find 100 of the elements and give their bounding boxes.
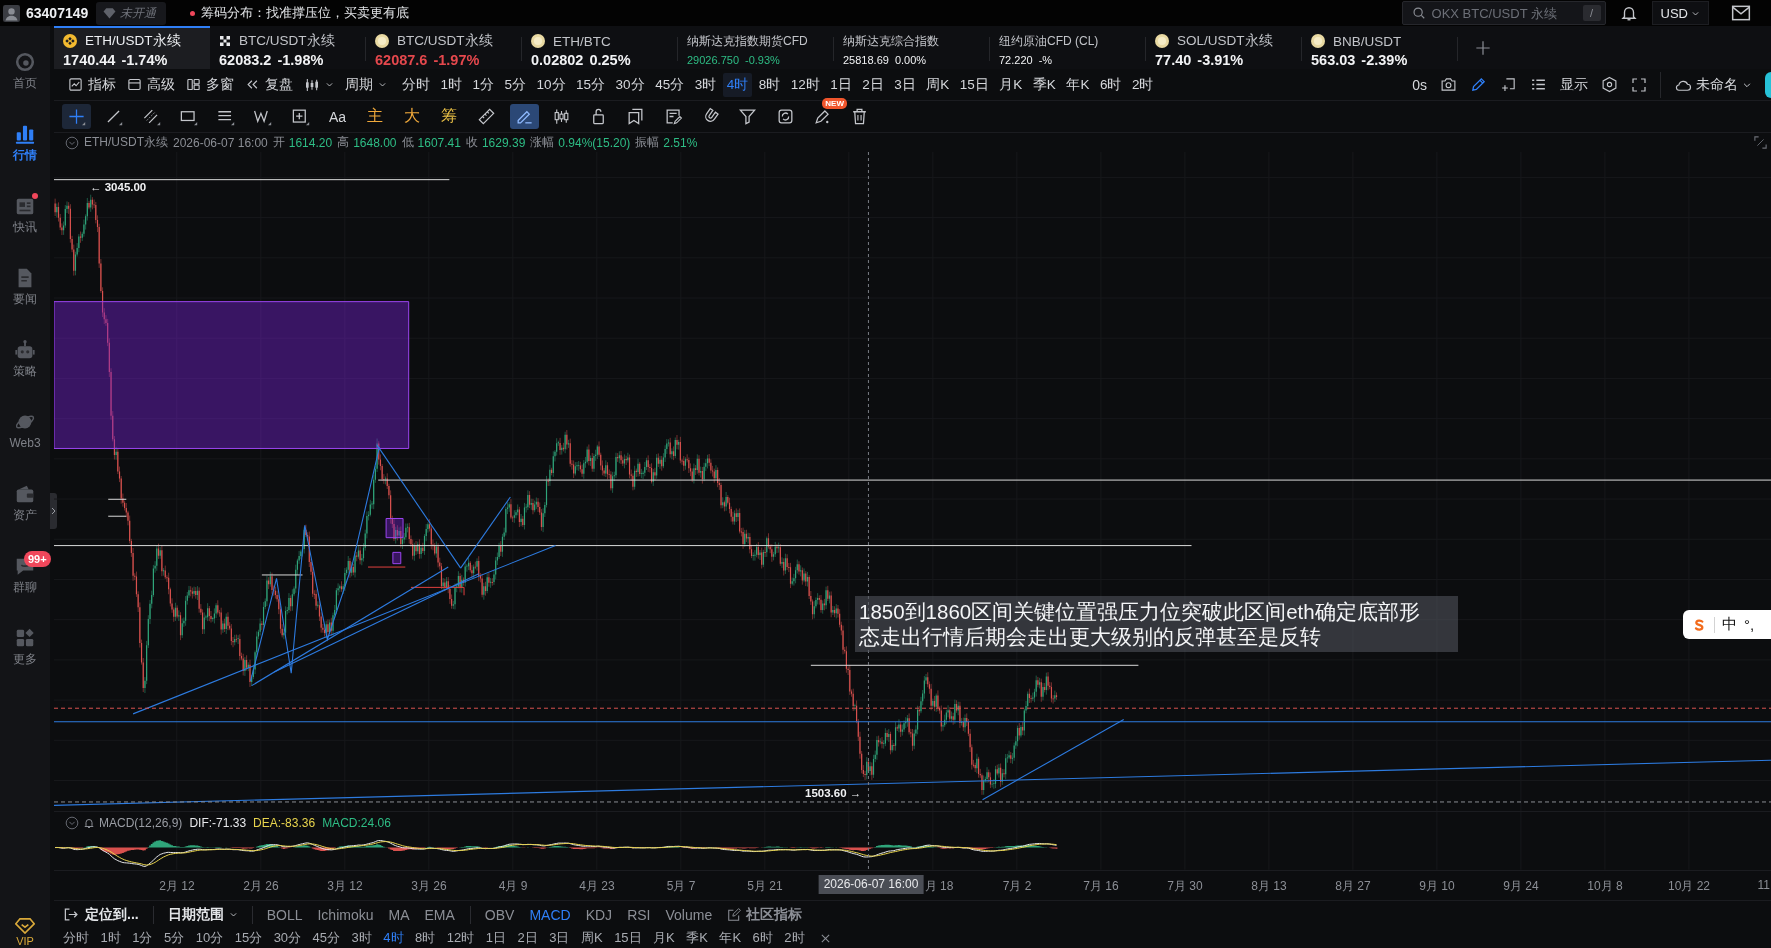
ticker-tab[interactable]: BTC/USDT永续 62087.6 -1.97% [366,26,522,69]
ticker-tab[interactable]: ETH/BTC 0.02802 0.25% [522,26,678,69]
period-tab[interactable]: 1时 [436,72,466,97]
period-tab[interactable]: 2日 [513,929,542,947]
period-tab[interactable]: 10分 [532,72,570,97]
crosshair-tool[interactable] [62,104,91,129]
period-tab[interactable]: 4时 [722,72,753,97]
period-tab[interactable]: 5分 [500,72,531,97]
period-tab[interactable]: 年K [1062,72,1094,97]
sidebar-item[interactable]: 首页 [0,51,50,123]
indicator-tab[interactable]: Volume [665,906,713,923]
period-tab[interactable]: 4时 [379,929,408,947]
ticker-tab[interactable]: 纳斯达克综合指数 25818.69 0.00% [834,26,990,69]
period-tab[interactable]: 2日 [858,72,888,97]
notice-text[interactable]: 筹码分布：找准撑压位，买卖更有底 [201,4,410,22]
sidebar-item[interactable]: 快讯 [0,195,50,267]
period-tab[interactable]: 3时 [690,72,721,97]
sidebar-item[interactable]: 更多 [0,627,50,699]
layout-menu-button[interactable]: 未命名 [1674,75,1752,94]
parallel-lines-icon[interactable] [141,107,161,126]
period-tab[interactable]: 8时 [411,929,440,947]
text-tool[interactable]: Aa [323,104,353,129]
indicator-tab[interactable]: BOLL [266,906,303,923]
display-button[interactable]: 显示 [1560,75,1588,94]
pen-tool[interactable] [509,104,539,129]
ruler-icon[interactable] [477,107,497,126]
period-tab[interactable]: 月K [649,929,679,947]
close-icon[interactable] [820,932,832,944]
period-tab[interactable]: 周K [922,72,954,97]
period-tab[interactable]: 年K [715,929,746,947]
period-tab[interactable]: 45分 [651,72,689,97]
period-tab[interactable]: 3时 [347,929,376,947]
vip-item[interactable]: VIP [15,917,35,947]
period-tab[interactable]: 1分 [128,929,157,947]
period-tab[interactable]: 15日 [955,72,993,97]
camera-icon[interactable] [1440,76,1457,93]
resize-icon[interactable] [1753,135,1768,150]
toolbar-button[interactable]: 高级 [127,75,175,94]
currency-select[interactable]: USD [1651,1,1709,25]
toolbar-button[interactable]: 多窗 [186,75,234,94]
search-field[interactable]: OKX BTC/USDT 永续 / [1401,1,1606,25]
locate-button[interactable]: 定位到... [63,905,153,924]
period-menu-button[interactable]: 周期 [345,75,387,94]
plus-square-icon[interactable] [290,107,310,126]
period-tab[interactable]: 15分 [230,929,267,947]
text-tool[interactable]: 筹 [434,104,464,129]
date-range-button[interactable]: 日期范围 [167,905,252,924]
mail-icon[interactable] [1731,4,1751,22]
period-tab[interactable]: 15分 [572,72,610,97]
ticker-tab[interactable]: ETH/USDT永续 1740.44 -1.74% [54,26,210,69]
ticker-tab[interactable]: 纳斯达克指数期货CFD 29026.750 -0.93% [678,26,834,69]
period-tab[interactable]: 2时 [780,929,809,947]
period-tab[interactable]: 6时 [748,929,777,947]
sidebar-item[interactable]: Web3 [0,411,50,483]
period-tab[interactable]: 30分 [269,929,306,947]
timer-button[interactable]: 0s [1412,76,1427,93]
ticker-tab[interactable]: SOL/USDT永续 77.40 -3.91% [1146,26,1302,69]
period-tab[interactable]: 月K [995,72,1027,97]
avatar-icon[interactable] [3,4,20,22]
membership-button[interactable]: 未开通 [96,1,167,25]
period-tab[interactable]: 3日 [890,72,920,97]
period-tab[interactable]: 2时 [1127,72,1158,97]
period-tab[interactable]: 3日 [545,929,574,947]
period-tab[interactable]: 分时 [398,72,434,97]
chart-type-button[interactable] [304,76,334,93]
period-tab[interactable]: 45分 [308,929,345,947]
ticker-tab[interactable]: BTC/USDT永续 62083.2 -1.98% [210,26,366,69]
indicator-tab[interactable]: OBV [484,906,515,923]
fullscreen-icon[interactable] [1631,76,1647,93]
ticker-tab[interactable]: 纽约原油CFD (CL) 72.220 -% [990,26,1146,69]
toolbar-button[interactable]: 复盘 [245,75,293,94]
indicator-tab[interactable]: Ichimoku [317,906,374,923]
period-tab[interactable]: 30分 [611,72,649,97]
period-tab[interactable]: 周K [576,929,607,947]
period-tab[interactable]: 12时 [786,72,824,97]
period-tab[interactable]: 分时 [59,929,93,947]
settings-icon[interactable] [1601,76,1618,93]
period-tab[interactable]: 8时 [754,72,785,97]
plus-icon[interactable] [1475,39,1491,56]
bell-icon[interactable] [1619,4,1638,22]
ticker-tab[interactable]: BNB/USDT 563.03 -2.39% [1302,26,1458,69]
community-indicators-button[interactable]: 社区指标 [727,905,803,924]
period-tab[interactable]: 季K [1028,72,1060,97]
text-tool[interactable]: 主 [360,104,390,129]
period-tab[interactable]: 10分 [191,929,228,947]
pencil-icon[interactable] [1470,76,1487,93]
side-panel-tab[interactable] [1765,71,1771,98]
filter-icon[interactable] [738,107,758,126]
period-tab[interactable]: 1日 [826,72,856,97]
indicator-tab[interactable]: MACD [529,906,571,923]
indicator-tab[interactable]: KDJ [585,906,613,923]
sidebar-item[interactable]: 要闻 [0,267,50,339]
period-tab[interactable]: 5分 [159,929,189,947]
period-tab[interactable]: 15日 [610,929,646,947]
indicator-tab[interactable]: EMA [424,906,455,923]
sidebar-item[interactable]: 行情 [0,123,50,195]
chevron-circle-icon[interactable] [65,135,79,150]
period-tab[interactable]: 12时 [442,929,479,947]
period-tab[interactable]: 1时 [96,929,125,947]
period-tab[interactable]: 6时 [1095,72,1126,97]
